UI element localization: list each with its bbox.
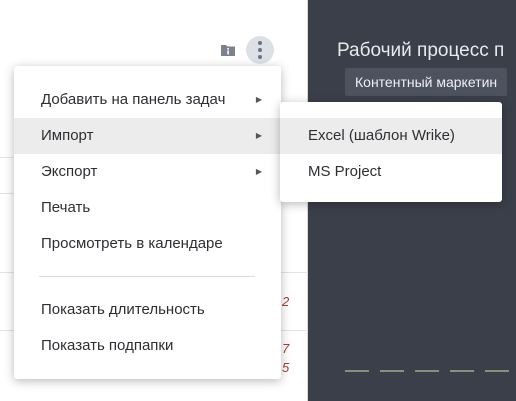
chevron-right-icon: ▶ bbox=[255, 95, 262, 104]
row-number: 2 bbox=[282, 294, 290, 309]
menu-item-import[interactable]: Импорт ▶ bbox=[14, 118, 281, 154]
bar-marker bbox=[380, 370, 404, 372]
dot bbox=[258, 48, 262, 52]
more-menu-button[interactable] bbox=[246, 36, 274, 64]
menu-item-export[interactable]: Экспорт ▶ bbox=[14, 154, 281, 190]
menu-item-label: Просмотреть в календаре bbox=[41, 235, 223, 252]
menu-item-show-subfolders[interactable]: Показать подпапки bbox=[14, 328, 281, 364]
workflow-title: Рабочий процесс п bbox=[337, 40, 505, 61]
submenu-item-ms-project[interactable]: MS Project bbox=[280, 154, 502, 190]
row-number: 7 bbox=[282, 341, 290, 356]
submenu-item-label: Excel (шаблон Wrike) bbox=[308, 127, 455, 144]
import-submenu: Excel (шаблон Wrike) MS Project bbox=[280, 102, 502, 202]
menu-divider bbox=[39, 276, 255, 277]
chevron-right-icon: ▶ bbox=[255, 167, 262, 176]
menu-item-add-to-dashboard[interactable]: Добавить на панель задач ▶ bbox=[14, 82, 281, 118]
toolbar bbox=[220, 36, 274, 64]
context-menu: Добавить на панель задач ▶ Импорт ▶ Эксп… bbox=[14, 66, 281, 379]
menu-item-label: Печать bbox=[41, 199, 91, 216]
bar-marker bbox=[485, 370, 509, 372]
menu-item-label: Экспорт bbox=[41, 163, 98, 180]
folder-info-icon[interactable] bbox=[220, 42, 236, 58]
menu-item-label: Импорт bbox=[41, 127, 94, 144]
menu-item-label: Показать длительность bbox=[41, 301, 205, 318]
row-number: 5 bbox=[282, 360, 290, 375]
submenu-item-label: MS Project bbox=[308, 163, 382, 180]
submenu-item-excel[interactable]: Excel (шаблон Wrike) bbox=[280, 118, 502, 154]
workflow-badge[interactable]: Контентный маркетин bbox=[345, 68, 508, 96]
menu-item-show-duration[interactable]: Показать длительность bbox=[14, 292, 281, 328]
bar-marker bbox=[345, 370, 369, 372]
menu-item-label: Показать подпапки bbox=[41, 337, 174, 354]
dot bbox=[258, 55, 262, 59]
dot bbox=[258, 41, 262, 45]
menu-item-view-calendar[interactable]: Просмотреть в календаре bbox=[14, 226, 281, 262]
bar-marker bbox=[415, 370, 439, 372]
bar-marker bbox=[450, 370, 474, 372]
menu-item-print[interactable]: Печать bbox=[14, 190, 281, 226]
menu-item-label: Добавить на панель задач bbox=[41, 91, 226, 108]
chevron-right-icon: ▶ bbox=[255, 131, 262, 140]
